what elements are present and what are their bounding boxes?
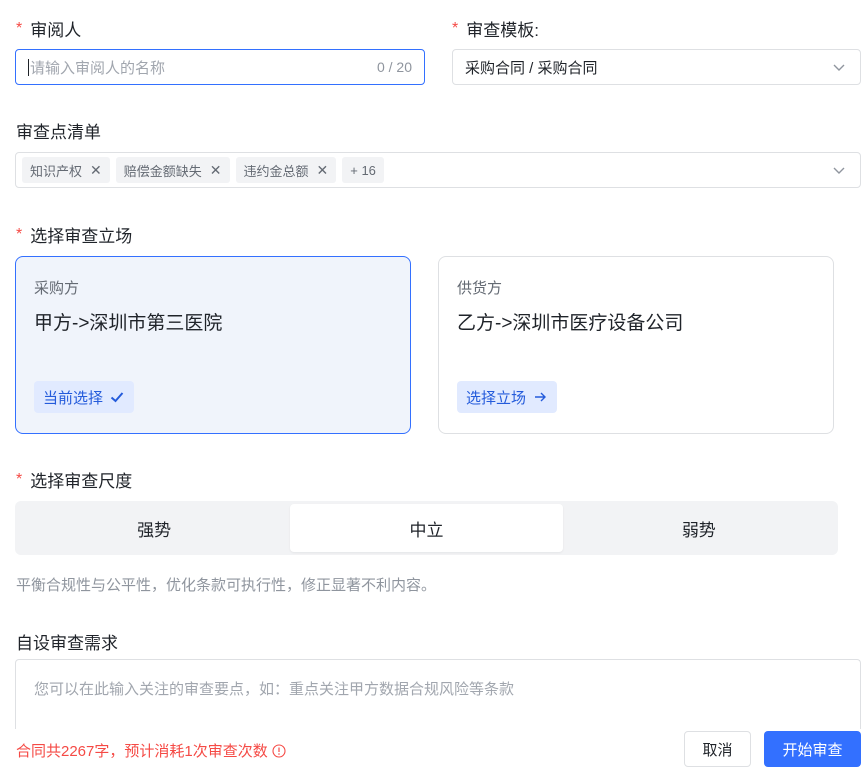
template-label: * 审查模板: xyxy=(452,16,539,41)
reviewer-char-counter: 0 / 20 xyxy=(376,59,412,75)
required-mark: * xyxy=(452,19,459,37)
required-mark: * xyxy=(16,19,23,37)
badge-label: 当前选择 xyxy=(43,389,104,407)
checklist-more-tag[interactable]: + 16 xyxy=(342,157,384,183)
stance-party: 甲方->深圳市第三医院 xyxy=(34,313,223,334)
tag-label: 赔偿金额缺失 xyxy=(123,163,202,179)
check-icon xyxy=(110,392,124,403)
chevron-down-icon xyxy=(828,56,850,78)
stance-card-supplier[interactable]: 供货方 乙方->深圳市医疗设备公司 选择立场 xyxy=(438,256,834,434)
more-count: + 16 xyxy=(350,162,376,178)
arrow-right-icon xyxy=(535,392,547,402)
reviewer-input[interactable]: 请输入审阅人的名称 0 / 20 xyxy=(15,49,425,85)
scale-option-weak[interactable]: 弱势 xyxy=(563,504,835,552)
reviewer-label-text: 审阅人 xyxy=(30,21,82,40)
reviewer-placeholder: 请输入审阅人的名称 xyxy=(30,59,166,77)
close-icon[interactable]: ✕ xyxy=(90,163,102,177)
checklist-tag: 赔偿金额缺失 ✕ xyxy=(115,157,230,183)
checklist-select[interactable]: 知识产权 ✕ 赔偿金额缺失 ✕ 违约金总额 ✕ + 16 xyxy=(15,152,861,188)
custom-label: 自设审查需求 xyxy=(16,634,118,653)
checklist-tag: 知识产权 ✕ xyxy=(22,157,110,183)
stance-label-text: 选择审查立场 xyxy=(30,227,133,246)
checklist-label: 审查点清单 xyxy=(16,123,101,142)
scale-label: * 选择审查尺度 xyxy=(16,467,132,492)
tag-label: 违约金总额 xyxy=(243,163,309,179)
stance-role: 供货方 xyxy=(457,280,503,297)
word-count-note: 合同共2267字，预计消耗1次审查次数 xyxy=(16,740,286,761)
button-label: 选择立场 xyxy=(466,389,527,407)
scale-option-neutral[interactable]: 中立 xyxy=(290,504,563,552)
text-caret xyxy=(28,58,29,76)
stance-label: * 选择审查立场 xyxy=(16,222,132,247)
info-icon xyxy=(272,743,286,758)
textarea-placeholder: 您可以在此输入关注的审查要点，如：重点关注甲方数据合规风险等条款 xyxy=(34,681,515,698)
template-select[interactable]: 采购合同 / 采购合同 xyxy=(452,49,861,85)
required-mark: * xyxy=(16,470,23,488)
select-stance-button[interactable]: 选择立场 xyxy=(457,381,558,413)
close-icon[interactable]: ✕ xyxy=(317,163,329,177)
template-value: 采购合同 / 采购合同 xyxy=(465,59,598,77)
start-review-button[interactable]: 开始审查 xyxy=(764,731,861,767)
current-selection-badge: 当前选择 xyxy=(34,381,135,413)
stance-party: 乙方->深圳市医疗设备公司 xyxy=(457,313,684,334)
stance-card-buyer[interactable]: 采购方 甲方->深圳市第三医院 当前选择 xyxy=(15,256,411,434)
cancel-button[interactable]: 取消 xyxy=(684,731,751,767)
scale-hint: 平衡合规性与公平性，优化条款可执行性，修正显著不利内容。 xyxy=(16,577,437,594)
reviewer-label: * 审阅人 xyxy=(16,16,81,41)
scale-label-text: 选择审查尺度 xyxy=(30,472,133,491)
scale-option-strong[interactable]: 强势 xyxy=(18,504,290,552)
checklist-tag: 违约金总额 ✕ xyxy=(235,157,337,183)
close-icon[interactable]: ✕ xyxy=(210,163,222,177)
chevron-down-icon xyxy=(828,159,850,181)
scale-segmented-control: 强势 中立 弱势 xyxy=(15,501,838,555)
tag-label: 知识产权 xyxy=(30,163,83,179)
checklist-tags: 知识产权 ✕ 赔偿金额缺失 ✕ 违约金总额 ✕ + 16 xyxy=(22,157,828,183)
custom-requirement-textarea[interactable]: 您可以在此输入关注的审查要点，如：重点关注甲方数据合规风险等条款 xyxy=(15,659,861,729)
required-mark: * xyxy=(16,225,23,243)
template-label-text: 审查模板: xyxy=(466,21,539,40)
stance-role: 采购方 xyxy=(34,280,80,297)
note-text: 合同共2267字，预计消耗1次审查次数 xyxy=(16,743,268,760)
